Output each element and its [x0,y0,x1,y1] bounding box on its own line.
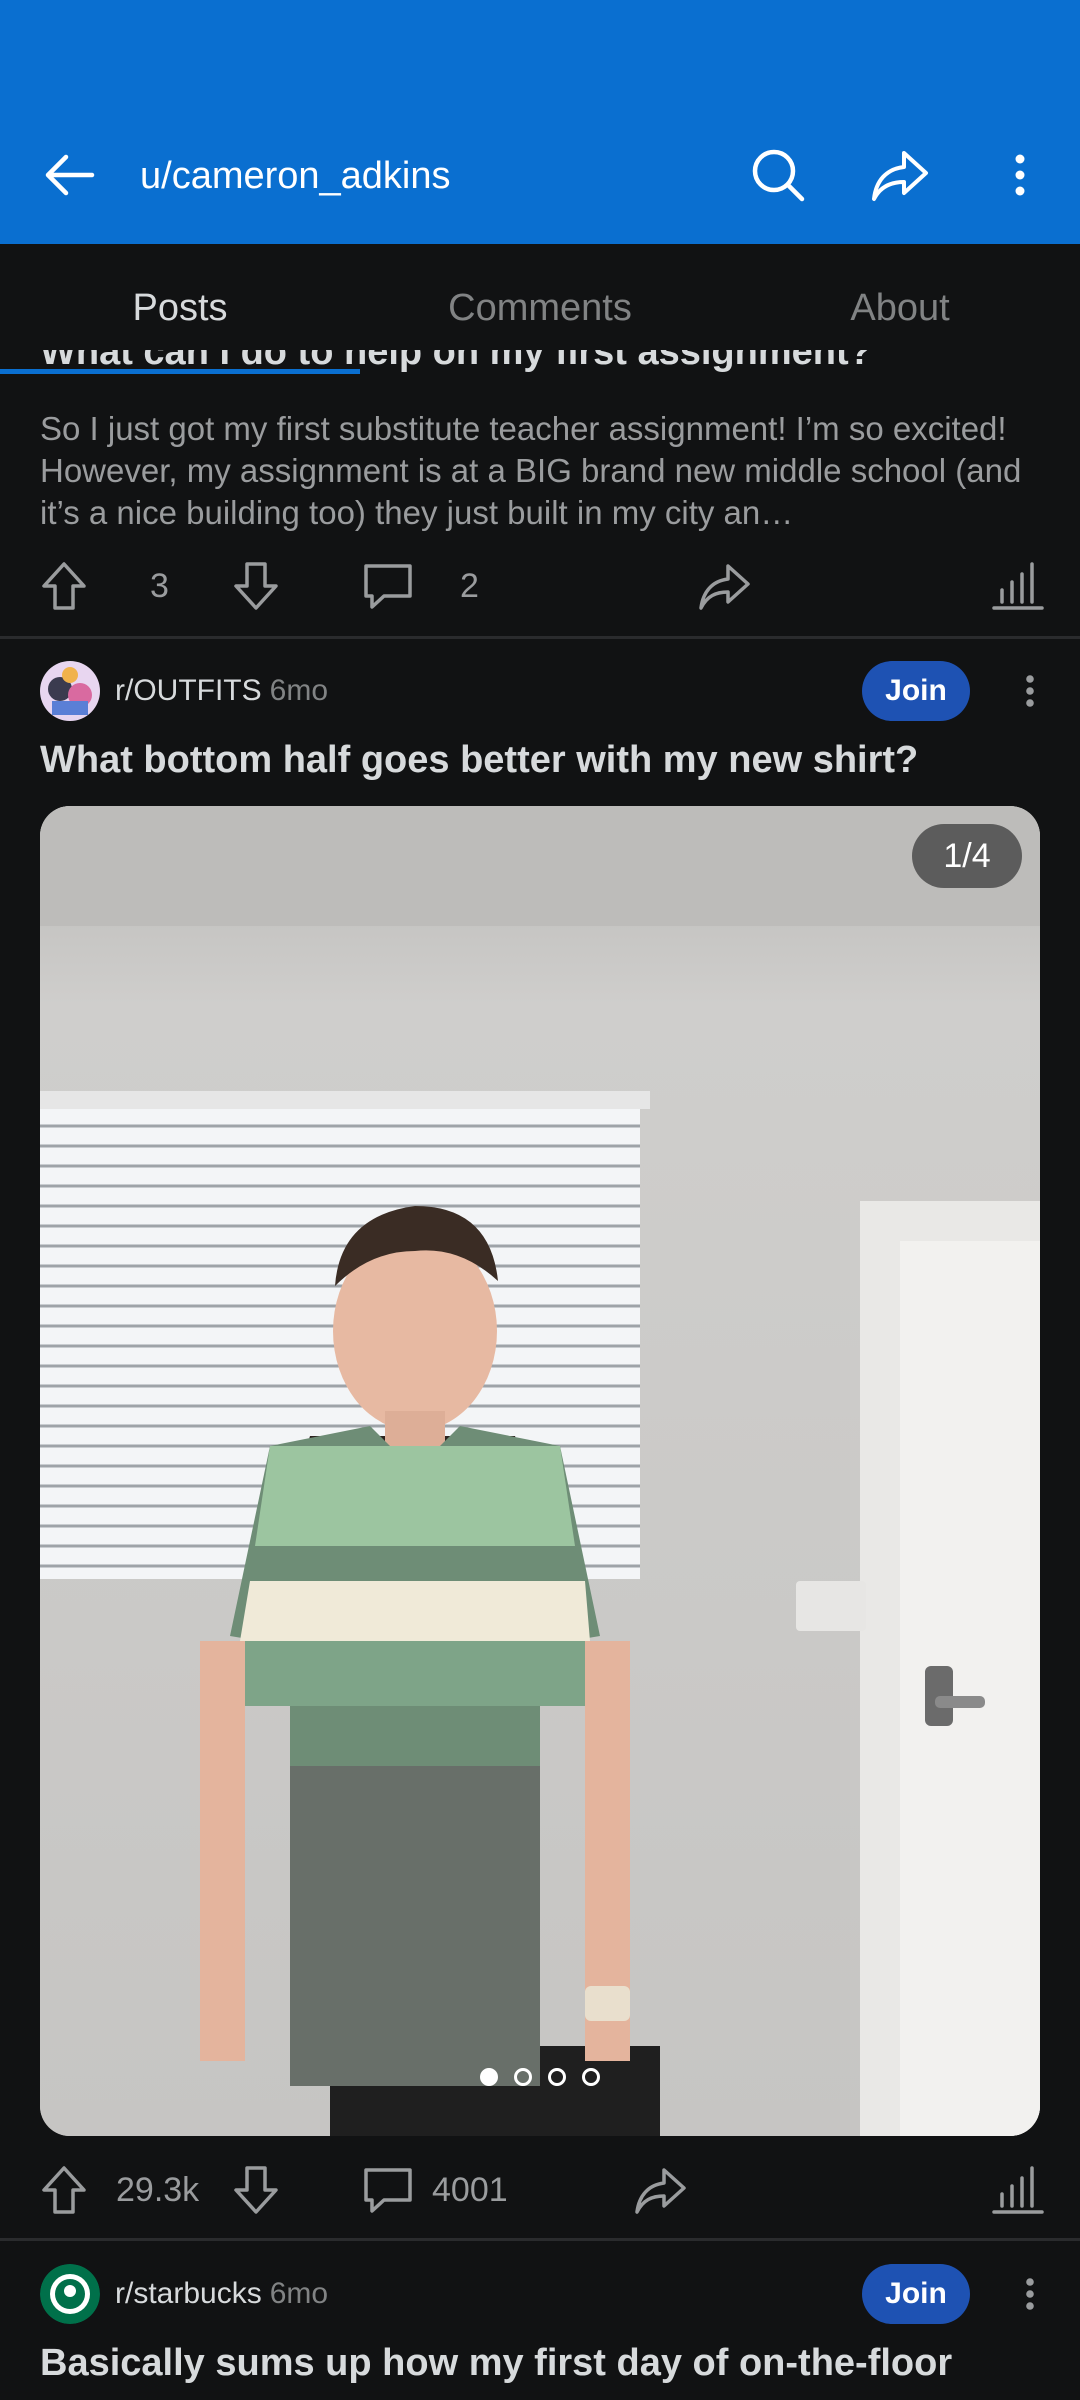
post-more-icon[interactable] [1018,661,1042,721]
upvote-icon[interactable] [36,558,92,614]
post-actions: 3 2 [0,548,1080,628]
comment-count: 4001 [432,2171,508,2209]
comment-icon[interactable] [360,558,416,614]
search-icon[interactable] [748,145,808,205]
subreddit-name[interactable]: r/OUTFITS 6mo [115,671,328,711]
downvote-icon[interactable] [228,558,284,614]
insights-icon[interactable] [990,558,1046,614]
subreddit-avatar[interactable] [40,661,100,721]
join-button[interactable]: Join [862,2264,970,2324]
share-icon[interactable] [868,145,932,205]
post-title[interactable]: What bottom half goes better with my new… [40,735,1040,785]
post-actions: 29.3k 4001 [0,2152,1080,2232]
subreddit-avatar[interactable] [40,2264,100,2324]
app-bar: u/cameron_adkins [0,0,1080,244]
post-divider [0,2238,1080,2241]
subreddit-name[interactable]: r/starbucks 6mo [115,2274,328,2314]
carousel-dot-3[interactable] [548,2068,566,2086]
post-divider [0,636,1080,639]
post-age: 6mo [269,2277,329,2310]
comment-count: 2 [460,567,479,605]
more-vertical-icon[interactable] [1000,145,1040,205]
carousel-dot-2[interactable] [514,2068,532,2086]
post-age: 6mo [269,674,329,707]
share-icon[interactable] [696,558,752,614]
insights-icon[interactable] [990,2162,1046,2218]
join-button[interactable]: Join [862,661,970,721]
post-image[interactable]: 1/4 [40,806,1040,2136]
post-more-icon[interactable] [1018,2264,1042,2324]
comment-icon[interactable] [360,2162,416,2218]
carousel-dots [40,2068,1040,2098]
vote-count: 29.3k [116,2171,200,2209]
post-title[interactable]: Basically sums up how my first day of on… [40,2338,1040,2400]
upvote-icon[interactable] [36,2162,92,2218]
carousel-dot-1[interactable] [480,2068,498,2086]
share-icon[interactable] [632,2162,688,2218]
downvote-icon[interactable] [228,2162,284,2218]
carousel-dot-4[interactable] [582,2068,600,2086]
post-snippet[interactable]: So I just got my first substitute teache… [40,408,1040,534]
back-arrow-icon[interactable] [40,145,100,205]
photo-illustration [40,806,1040,2136]
page-title: u/cameron_adkins [140,155,451,197]
post-title[interactable]: What can I do to help on my first assign… [40,350,872,376]
image-counter: 1/4 [912,824,1022,888]
vote-count: 3 [150,567,169,605]
